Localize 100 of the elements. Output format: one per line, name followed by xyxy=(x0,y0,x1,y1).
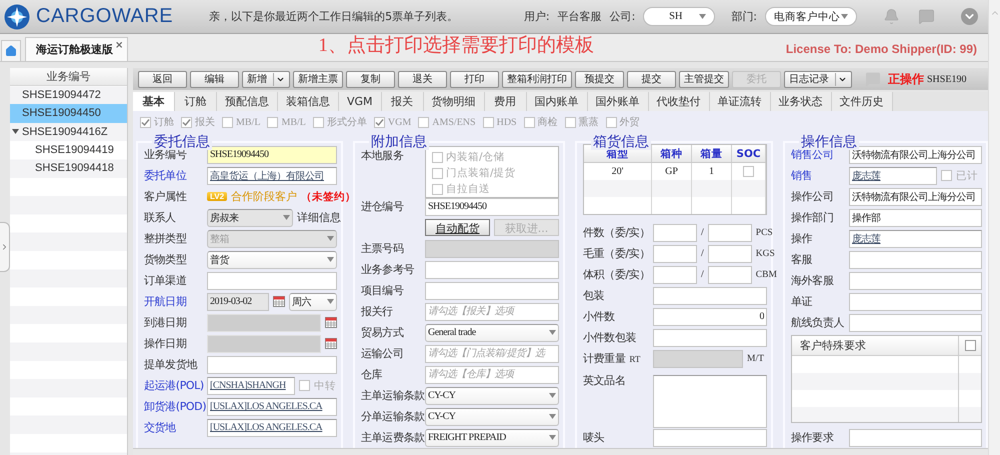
checkbox[interactable] xyxy=(524,116,535,128)
date-field[interactable]: 2019-03-02 xyxy=(207,292,269,310)
tab[interactable]: 订舱 xyxy=(175,92,217,111)
toolbar-button[interactable]: 打印 xyxy=(450,70,499,88)
text-field[interactable]: 请勾选【仓库】选项 xyxy=(425,366,559,384)
checkbox[interactable] xyxy=(418,116,430,128)
calendar-icon[interactable] xyxy=(325,338,337,349)
checkbox[interactable] xyxy=(482,116,494,128)
toolbar-button[interactable]: 提交 xyxy=(627,70,676,88)
list-item[interactable]: SHSE19094418 xyxy=(10,159,127,178)
toolbar-button[interactable]: 日志记录 xyxy=(784,70,852,88)
checkbox[interactable] xyxy=(267,116,278,128)
text-field[interactable] xyxy=(207,272,337,290)
checkbox[interactable] xyxy=(606,116,617,128)
text-field[interactable] xyxy=(849,292,982,310)
tab[interactable]: 文件历史 xyxy=(832,92,893,111)
list-item[interactable]: SHSE19094472 xyxy=(10,86,127,104)
checkbox[interactable] xyxy=(564,116,576,128)
text-field[interactable]: 沃特物流有限公司上海分公司 xyxy=(849,188,982,206)
toolbar-button[interactable]: 主管提交 xyxy=(679,70,729,88)
text-field[interactable]: SHSE19094450 xyxy=(207,146,337,164)
dropdown[interactable]: CY-CY xyxy=(425,386,559,404)
text-field[interactable] xyxy=(653,328,767,346)
close-icon[interactable]: × xyxy=(115,40,124,51)
caret-icon[interactable] xyxy=(835,72,847,86)
checkbox[interactable] xyxy=(432,168,443,178)
text-field[interactable]: 0 xyxy=(653,308,767,326)
link-field[interactable]: [USLAX]LOS ANGELES.CA xyxy=(207,418,337,436)
text-field[interactable] xyxy=(849,428,982,446)
text-field[interactable]: 请勾选【门点装箱/提货】选 xyxy=(425,344,559,362)
checkbox[interactable] xyxy=(374,116,385,128)
text-field[interactable] xyxy=(708,224,752,242)
caret-icon[interactable] xyxy=(12,128,19,136)
calendar-icon[interactable] xyxy=(325,317,337,328)
checkbox[interactable] xyxy=(964,340,976,351)
toolbar-button[interactable]: 返回 xyxy=(138,70,187,88)
link-field[interactable]: 庞志莲 xyxy=(849,230,982,248)
list-item[interactable]: SHSE19094416Z xyxy=(10,122,127,141)
tab[interactable]: VGM xyxy=(339,92,382,111)
tab[interactable]: 费用 xyxy=(484,92,527,111)
collapse-handle[interactable] xyxy=(0,222,10,272)
text-field[interactable]: 操作部 xyxy=(849,208,982,226)
toolbar-button[interactable]: 预提交 xyxy=(575,70,624,88)
text-field[interactable] xyxy=(653,224,697,242)
tab[interactable]: 单证流转 xyxy=(710,92,771,111)
list-item[interactable]: SHSE19094419 xyxy=(10,140,127,160)
text-field[interactable]: 请勾选【报关】选项 xyxy=(425,302,559,320)
text-field[interactable] xyxy=(849,250,982,268)
checkbox[interactable] xyxy=(222,116,233,128)
document-tab[interactable]: 海运订舱极速版 × xyxy=(25,37,128,61)
text-field[interactable] xyxy=(849,314,982,332)
tab[interactable]: 代收垫付 xyxy=(648,92,710,111)
toolbar-button[interactable]: 编辑 xyxy=(190,70,239,88)
checkbox[interactable] xyxy=(312,116,324,128)
text-field[interactable] xyxy=(653,266,697,284)
text-field[interactable] xyxy=(207,356,337,374)
tab[interactable]: 货物明细 xyxy=(424,92,485,111)
dropdown[interactable]: FREIGHT PREPAID xyxy=(425,428,559,446)
chevron-icon[interactable] xyxy=(0,242,9,252)
company-select[interactable]: SH xyxy=(643,7,716,26)
dropdown[interactable]: 房叔来 xyxy=(207,208,293,226)
checkbox[interactable] xyxy=(941,170,952,181)
text-field[interactable] xyxy=(653,428,767,446)
toolbar-button[interactable]: 复制 xyxy=(346,70,395,88)
link-field[interactable]: [USLAX]LOS ANGELES.CA xyxy=(207,398,337,416)
text-field[interactable] xyxy=(708,266,752,284)
tab[interactable]: 预配信息 xyxy=(217,92,278,111)
text-field[interactable]: SHSE19094450 xyxy=(425,198,559,216)
home-tab[interactable] xyxy=(1,40,21,61)
text-field[interactable] xyxy=(425,260,559,278)
tab[interactable]: 国内账单 xyxy=(526,92,588,111)
home-icon[interactable] xyxy=(5,45,17,57)
dropdown[interactable]: CY-CY xyxy=(425,408,559,426)
tab[interactable]: 装箱信息 xyxy=(278,92,339,111)
text-field[interactable] xyxy=(849,272,982,290)
dropdown[interactable]: 周六 xyxy=(289,292,337,310)
text-field[interactable] xyxy=(708,244,752,262)
bell-icon[interactable] xyxy=(883,8,900,25)
action-button[interactable]: 自动配货 xyxy=(425,219,490,236)
link-field[interactable]: 高皇货运（上海）有限公司 xyxy=(207,166,337,184)
checkbox[interactable] xyxy=(299,380,310,391)
checkbox[interactable] xyxy=(140,116,151,128)
dropdown[interactable]: General trade xyxy=(425,324,559,342)
toolbar-button[interactable]: 新增 xyxy=(242,70,290,88)
tab[interactable]: 报关 xyxy=(382,92,424,111)
chat-icon[interactable] xyxy=(865,71,881,87)
text-area[interactable] xyxy=(653,375,767,428)
horizontal-scrollbar[interactable] xyxy=(133,448,988,455)
tab[interactable]: 国外账单 xyxy=(588,92,649,111)
list-item[interactable]: SHSE19094450 xyxy=(10,104,127,123)
checkbox[interactable] xyxy=(432,152,443,162)
vertical-scrollbar[interactable] xyxy=(988,0,1000,455)
detail-link[interactable]: 详细信息 xyxy=(297,210,341,225)
checkbox[interactable] xyxy=(432,184,443,194)
tab[interactable]: 基本 xyxy=(133,92,175,111)
calendar-icon[interactable] xyxy=(273,296,285,307)
caret-icon[interactable] xyxy=(273,72,285,86)
checkbox[interactable] xyxy=(743,166,754,177)
link-field[interactable]: [CNSHA]SHANGH xyxy=(207,376,295,394)
toolbar-button[interactable]: 整箱利润打印 xyxy=(502,70,572,88)
